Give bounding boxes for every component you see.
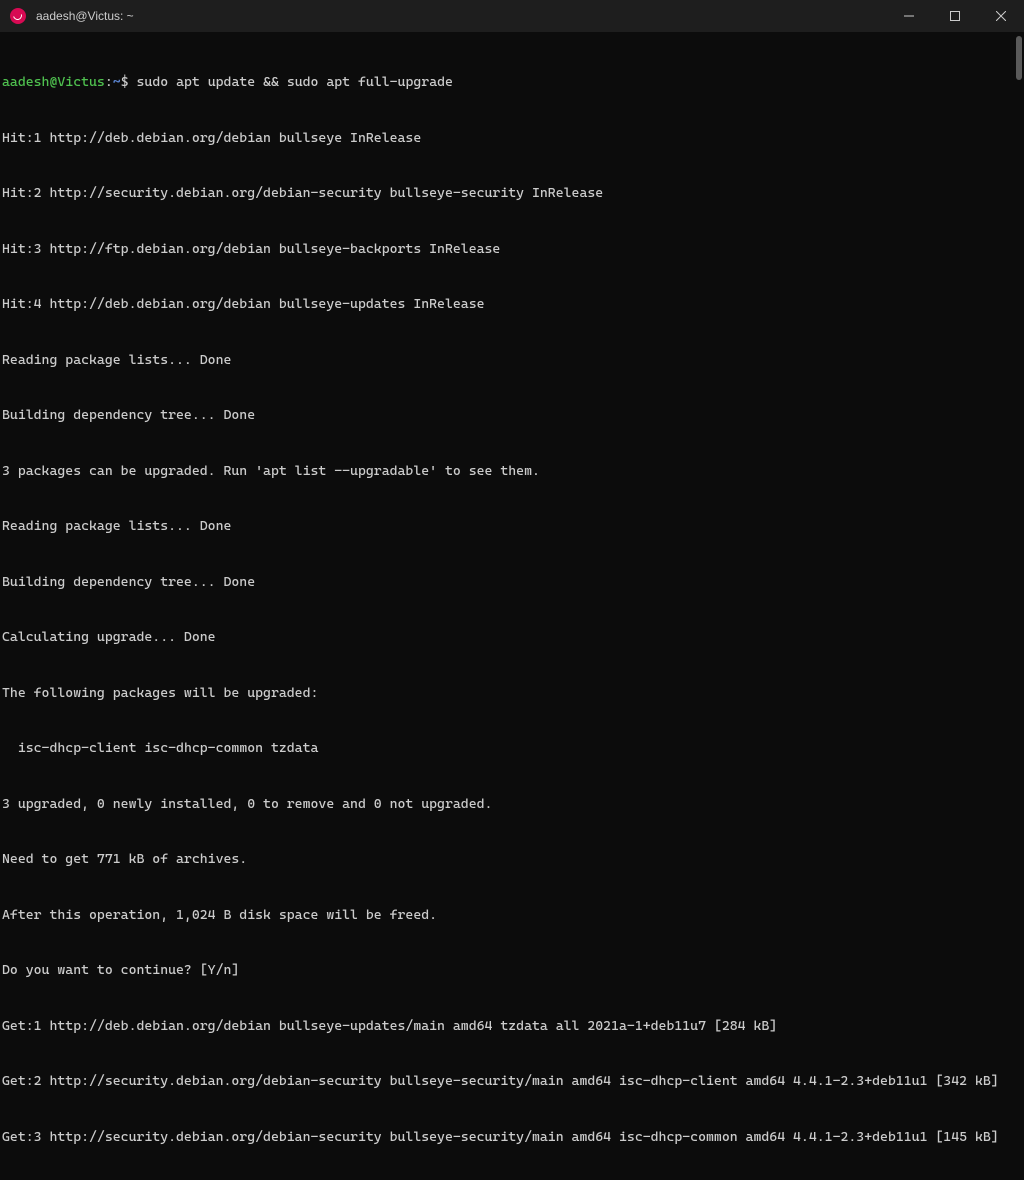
command-text: sudo apt update && sudo apt full-upgrade — [129, 74, 453, 90]
prompt-path: ~ — [113, 74, 121, 90]
output-line: The following packages will be upgraded: — [2, 684, 1024, 703]
maximize-icon — [950, 11, 960, 21]
close-icon — [996, 11, 1006, 21]
output-line: Get:3 http://security.debian.org/debian-… — [2, 1128, 1024, 1147]
prompt-dollar: $ — [121, 74, 129, 90]
prompt-separator: : — [105, 74, 113, 90]
debian-swirl-icon — [10, 8, 26, 24]
output-line: Building dependency tree... Done — [2, 573, 1024, 592]
maximize-button[interactable] — [932, 0, 978, 32]
output-line: Hit:1 http://deb.debian.org/debian bulls… — [2, 129, 1024, 148]
output-line: Hit:2 http://security.debian.org/debian-… — [2, 184, 1024, 203]
output-line: Reading package lists... Done — [2, 517, 1024, 536]
output-line: Hit:4 http://deb.debian.org/debian bulls… — [2, 295, 1024, 314]
terminal-output[interactable]: aadesh@Victus:~$ sudo apt update && sudo… — [0, 32, 1024, 590]
titlebar[interactable]: aadesh@Victus: ~ — [0, 0, 1024, 32]
output-line: Calculating upgrade... Done — [2, 628, 1024, 647]
output-line: Do you want to continue? [Y/n] — [2, 961, 1024, 980]
minimize-button[interactable] — [886, 0, 932, 32]
close-button[interactable] — [978, 0, 1024, 32]
output-line: Get:1 http://deb.debian.org/debian bulls… — [2, 1017, 1024, 1036]
output-line: Reading package lists... Done — [2, 351, 1024, 370]
output-line: Hit:3 http://ftp.debian.org/debian bulls… — [2, 240, 1024, 259]
prompt-line: aadesh@Victus:~$ sudo apt update && sudo… — [2, 73, 1024, 92]
output-line: Need to get 771 kB of archives. — [2, 850, 1024, 869]
output-line: After this operation, 1,024 B disk space… — [2, 906, 1024, 925]
output-line: isc-dhcp-client isc-dhcp-common tzdata — [2, 739, 1024, 758]
output-line: Get:2 http://security.debian.org/debian-… — [2, 1072, 1024, 1091]
output-line: 3 packages can be upgraded. Run 'apt lis… — [2, 462, 1024, 481]
prompt-user-host: aadesh@Victus — [2, 74, 105, 90]
output-line: Building dependency tree... Done — [2, 406, 1024, 425]
output-line: 3 upgraded, 0 newly installed, 0 to remo… — [2, 795, 1024, 814]
scrollbar-thumb[interactable] — [1016, 36, 1022, 80]
minimize-icon — [904, 11, 914, 21]
window-title: aadesh@Victus: ~ — [36, 7, 134, 26]
window-controls — [886, 0, 1024, 32]
